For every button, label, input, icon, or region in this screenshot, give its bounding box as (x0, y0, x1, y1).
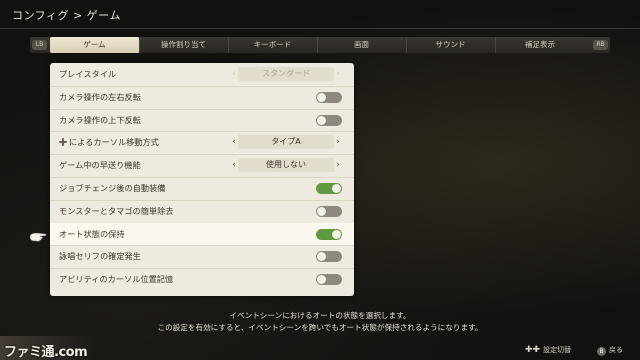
toggle-knob (317, 92, 326, 102)
tab-sound[interactable]: サウンド (406, 37, 496, 53)
page-title: コンフィグ > ゲーム (12, 9, 121, 22)
toggle-switch[interactable] (316, 205, 342, 217)
rb-bumper-icon[interactable]: RB (593, 40, 608, 50)
lb-bumper-icon[interactable]: LB (32, 40, 47, 50)
hint-switch-label: 設定切替 (543, 346, 572, 354)
toggle-knob (332, 184, 341, 193)
b-button-icon: B (597, 347, 606, 356)
hint-switch: ✚✚ 設定切替 (525, 345, 571, 355)
toggle-knob (332, 229, 341, 239)
arrow-left-icon[interactable]: ‹ (230, 67, 238, 81)
tab-game[interactable]: ゲーム (50, 37, 140, 53)
setting-row-ability-cursor-memory[interactable]: アビリティのカーソル位置記憶 (50, 268, 354, 291)
description-line-1: イベントシーンにおけるオートの状態を選択します。 (229, 311, 411, 320)
plus-icon: ✚ (525, 345, 533, 355)
setting-label: によるカーソル移動方式 (69, 137, 159, 148)
dpad-icon: ✚ (532, 345, 541, 355)
fast-forward-selector[interactable]: ‹ 使用しない › (230, 158, 342, 173)
setting-label: モンスターとタマゴの簡単除去 (59, 205, 174, 216)
toggle-switch[interactable] (316, 251, 342, 263)
setting-label: カメラ操作の上下反転 (59, 114, 141, 125)
toggle-knob (317, 115, 326, 125)
setting-row-play-style[interactable]: プレイスタイル ‹ スタンダード › (50, 63, 354, 87)
toggle-knob (317, 206, 326, 216)
toggle-switch[interactable] (316, 274, 342, 286)
setting-label: ゲーム中の早送り機能 (59, 160, 141, 171)
hint-back-label: 戻る (609, 346, 623, 354)
setting-row-chant-lines[interactable]: 詠唱セリフの確定発生 (50, 245, 354, 270)
setting-row-cursor-mode[interactable]: によるカーソル移動方式 ‹ タイプA › (50, 131, 354, 156)
setting-label: ジョブチェンジ後の自動装備 (59, 183, 166, 193)
arrow-left-icon[interactable]: ‹ (230, 135, 238, 149)
setting-row-monster-egg-removal[interactable]: モンスターとタマゴの簡単除去 (50, 200, 354, 224)
setting-row-auto-equip[interactable]: ジョブチェンジ後の自動装備 (50, 177, 354, 201)
setting-label-wrap: によるカーソル移動方式 (59, 131, 159, 154)
toggle-switch[interactable] (316, 91, 342, 103)
bottom-bar: ファミ通.com ✚✚ 設定切替 B 戻る (0, 336, 640, 360)
settings-panel: プレイスタイル ‹ スタンダード › カメラ操作の左右反転 カメラ操作の上下反転… (50, 63, 354, 296)
arrow-right-icon[interactable]: › (334, 67, 342, 81)
dpad-icon (59, 138, 67, 147)
tab-controls[interactable]: 操作割り当て (139, 37, 229, 53)
setting-label: 詠唱セリフの確定発生 (59, 251, 141, 262)
tab-keyboard[interactable]: キーボード (228, 37, 318, 53)
arrow-right-icon[interactable]: › (334, 135, 342, 149)
hand-pointer-icon (29, 232, 47, 242)
description-line-2: この設定を有効にすると、イベントシーンを跨いでもオート状態が保持されるようになり… (157, 323, 483, 332)
title-bar: コンフィグ > ゲーム (0, 0, 640, 29)
setting-row-camera-invert-x[interactable]: カメラ操作の左右反転 (50, 86, 354, 110)
hint-back[interactable]: B 戻る (597, 345, 623, 356)
tab-supplementary[interactable]: 補足表示 (495, 37, 585, 53)
setting-label: カメラ操作の左右反転 (59, 91, 141, 102)
selector-value: スタンダード (238, 67, 334, 81)
play-style-selector[interactable]: ‹ スタンダード › (230, 67, 342, 81)
setting-label: プレイスタイル (59, 69, 117, 79)
famitsu-logo: ファミ通.com (4, 345, 88, 360)
cursor-mode-selector[interactable]: ‹ タイプA › (230, 135, 342, 150)
setting-row-camera-invert-y[interactable]: カメラ操作の上下反転 (50, 109, 354, 133)
setting-row-fast-forward[interactable]: ゲーム中の早送り機能 ‹ 使用しない › (50, 154, 354, 178)
tab-screen[interactable]: 画面 (317, 37, 407, 53)
toggle-switch[interactable] (316, 183, 342, 194)
setting-label: アビリティのカーソル位置記憶 (59, 274, 174, 285)
selector-value: 使用しない (238, 158, 334, 173)
selector-value: タイプA (238, 135, 334, 150)
arrow-right-icon[interactable]: › (334, 158, 342, 172)
toggle-switch[interactable] (316, 114, 342, 126)
toggle-knob (317, 275, 326, 285)
arrow-left-icon[interactable]: ‹ (230, 158, 238, 172)
toggle-knob (317, 252, 326, 262)
tab-bar: LB ゲーム 操作割り当て キーボード 画面 サウンド 補足表示 RB (30, 37, 610, 53)
description-area: イベントシーンにおけるオートの状態を選択します。 この設定を有効にすると、イベン… (0, 310, 640, 334)
setting-label: オート状態の保持 (59, 228, 125, 239)
setting-row-keep-auto[interactable]: オート状態の保持 (50, 222, 354, 247)
toggle-switch[interactable] (316, 228, 342, 240)
